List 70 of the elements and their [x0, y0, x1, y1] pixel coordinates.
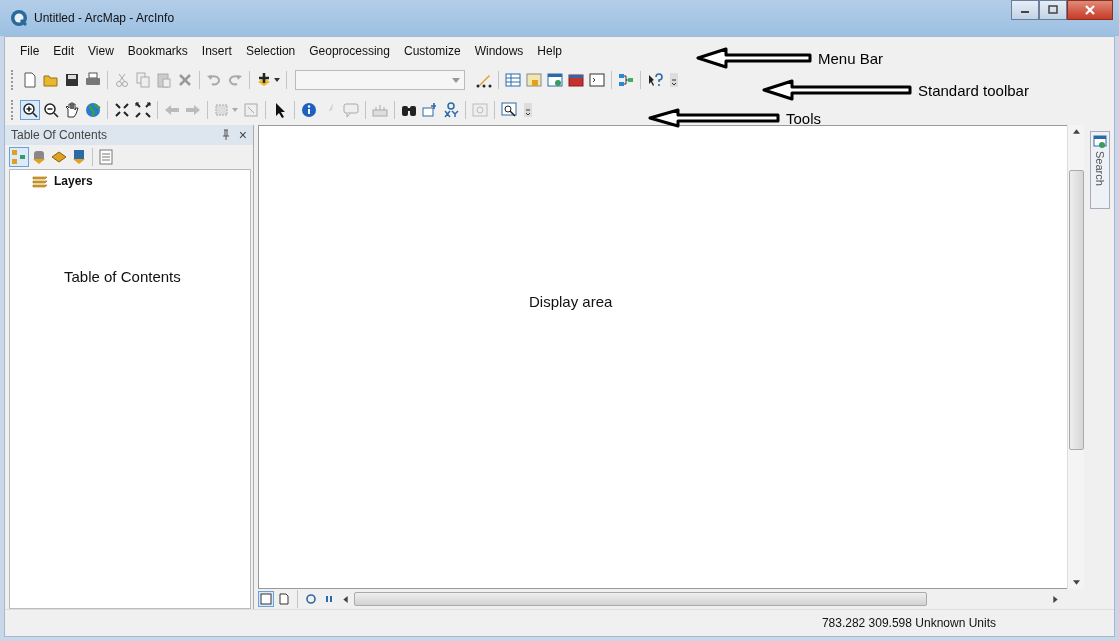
table-icon[interactable]: [505, 72, 521, 88]
layers-icon: [32, 174, 48, 188]
scroll-right-icon[interactable]: [1053, 595, 1058, 603]
add-data-icon[interactable]: [256, 72, 272, 88]
layout-view-icon[interactable]: [278, 593, 290, 605]
minimize-button[interactable]: [1011, 0, 1039, 20]
maximize-icon: [1047, 5, 1059, 15]
info-icon[interactable]: [301, 102, 317, 118]
data-view-icon[interactable]: [260, 593, 272, 605]
globe-icon[interactable]: [85, 102, 101, 118]
menu-item[interactable]: File: [13, 44, 47, 58]
fixed-zoom-out-icon[interactable]: [135, 102, 151, 118]
layers-item[interactable]: Layers: [54, 174, 93, 188]
help-pointer-icon[interactable]: [647, 72, 663, 88]
menu-item[interactable]: Insert: [194, 44, 239, 58]
zoom-in-icon[interactable]: [22, 102, 38, 118]
hand-icon[interactable]: [64, 102, 80, 118]
close-button[interactable]: [1067, 0, 1113, 20]
model-builder-icon[interactable]: [618, 72, 634, 88]
caret-icon[interactable]: [274, 78, 280, 82]
close-panel-button[interactable]: ×: [238, 127, 247, 143]
search-tab[interactable]: Search: [1090, 131, 1110, 209]
fixed-zoom-in-icon[interactable]: [114, 102, 130, 118]
pause-icon[interactable]: [323, 593, 335, 605]
status-coordinates: 783.282 309.598 Unknown Units: [821, 616, 996, 630]
window-title: Untitled - ArcMap - ArcInfo: [34, 11, 175, 25]
folder-icon[interactable]: [43, 72, 59, 88]
display-area[interactable]: Display area: [258, 125, 1067, 589]
scroll-up-icon[interactable]: [1072, 129, 1080, 134]
annotation-label: Table of Contents: [64, 268, 182, 285]
python-window-icon[interactable]: [589, 72, 605, 88]
caret-icon: [452, 77, 460, 83]
annotation-label: Tools: [786, 109, 822, 127]
panel-title: Table Of Contents: [11, 128, 108, 142]
annotation-label: Display area: [529, 293, 613, 310]
new-document-icon[interactable]: [22, 72, 38, 88]
annotation-label: Standard toolbar: [918, 81, 1029, 99]
scroll-down-icon[interactable]: [1072, 580, 1080, 585]
annotation-label: Menu Bar: [818, 49, 884, 67]
toolbar-options-icon[interactable]: [524, 103, 532, 117]
save-icon[interactable]: [64, 72, 80, 88]
vertical-scrollbar[interactable]: [1067, 125, 1084, 589]
delete-icon[interactable]: [177, 72, 193, 88]
list-by-drawing-order-icon[interactable]: [11, 149, 27, 165]
close-icon: [1084, 5, 1096, 15]
visibility-icon[interactable]: [71, 149, 87, 165]
pin-icon[interactable]: [220, 129, 231, 141]
magnifier-window-icon[interactable]: [501, 102, 517, 118]
print-icon[interactable]: [85, 72, 101, 88]
menu-item[interactable]: Bookmarks: [120, 44, 195, 58]
menu-item[interactable]: Geoprocessing: [302, 44, 397, 58]
app-logo-icon: [10, 9, 28, 27]
menu-item[interactable]: Customize: [396, 44, 468, 58]
scroll-left-icon[interactable]: [343, 595, 348, 603]
menu-item[interactable]: Windows: [467, 44, 531, 58]
layers-icon[interactable]: [51, 149, 67, 165]
search-window-icon[interactable]: [547, 72, 563, 88]
xy-target-icon[interactable]: [443, 102, 459, 118]
menu-item[interactable]: Edit: [46, 44, 82, 58]
toolbox-icon[interactable]: [568, 72, 584, 88]
menu-item[interactable]: Help: [530, 44, 570, 58]
zoom-out-icon[interactable]: [43, 102, 59, 118]
refresh-icon[interactable]: [305, 593, 317, 605]
menu-item[interactable]: Selection: [238, 44, 303, 58]
toolbar-options-icon[interactable]: [670, 73, 678, 87]
maximize-button[interactable]: [1039, 0, 1067, 20]
database-icon[interactable]: [31, 149, 47, 165]
editor-icon[interactable]: [476, 72, 492, 88]
menu-item[interactable]: View: [81, 44, 121, 58]
search-window-icon: [1093, 135, 1107, 149]
